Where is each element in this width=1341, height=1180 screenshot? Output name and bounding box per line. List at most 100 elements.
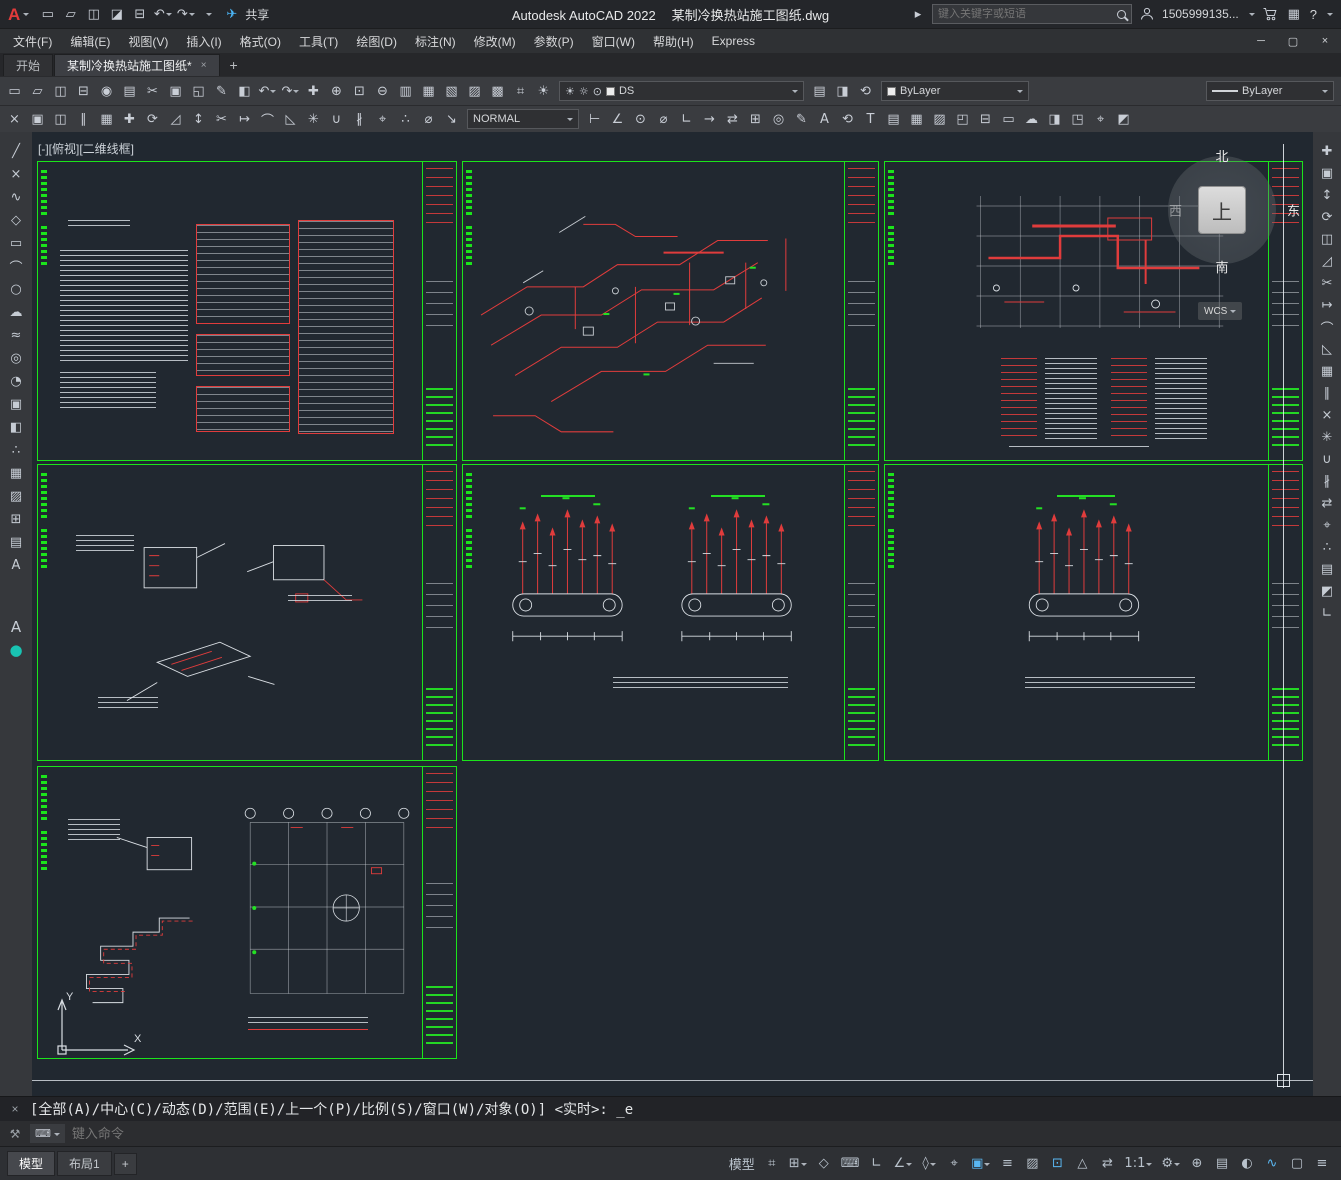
trim-icon[interactable]: ✂ — [210, 108, 233, 130]
style-control[interactable]: NORMAL — [467, 109, 579, 129]
menu-draw[interactable]: 绘图(D) — [347, 29, 406, 53]
point-display-icon[interactable]: ● — [4, 638, 28, 661]
infer-constraints-toggle[interactable]: ◇ — [812, 1152, 836, 1176]
wipeout-icon[interactable]: ▭ — [997, 108, 1020, 130]
menu-help[interactable]: 帮助(H) — [644, 29, 703, 53]
style-dropdown-caret-icon[interactable] — [567, 118, 573, 124]
extend-icon[interactable]: ↦ — [233, 108, 256, 130]
mirror-icon[interactable]: ◫ — [49, 108, 72, 130]
undo-icon[interactable]: ↶ — [256, 80, 279, 102]
offset-icon[interactable]: ∥ — [72, 108, 95, 130]
ortho-mode-toggle[interactable]: ∟ — [864, 1152, 888, 1176]
layer-dropdown-caret-icon[interactable] — [792, 90, 798, 96]
help-button[interactable]: ? — [1310, 7, 1317, 22]
save-drawing-icon[interactable]: ◫ — [82, 3, 105, 25]
autoscale-toggle[interactable]: ⇄ — [1095, 1152, 1119, 1176]
layer-previous-icon[interactable]: ⟲ — [854, 80, 877, 102]
ucs-tool-icon[interactable]: ∟ — [1315, 602, 1339, 624]
cut-clip-icon[interactable]: ✂ — [141, 80, 164, 102]
join-icon[interactable]: ∪ — [1315, 448, 1339, 470]
clean-screen-button[interactable]: ▢ — [1285, 1152, 1309, 1176]
account-name[interactable]: 1505999135... — [1162, 7, 1239, 21]
tolerance-icon[interactable]: ⊞ — [744, 108, 767, 130]
polyline-tool[interactable]: ∿ — [4, 186, 28, 209]
polygon-tool[interactable]: ◇ — [4, 209, 28, 232]
zoom-realtime-icon[interactable]: ⊕ — [325, 80, 348, 102]
color-control[interactable]: ByLayer — [881, 81, 1029, 101]
region-icon[interactable]: ⊟ — [974, 108, 997, 130]
dim-radius-icon[interactable]: ⊙ — [629, 108, 652, 130]
sheet-set-manager-icon[interactable]: ▨ — [463, 80, 486, 102]
erase-icon[interactable]: × — [1315, 404, 1339, 426]
construction-line-tool[interactable]: × — [4, 163, 28, 186]
table-tool[interactable]: ▤ — [4, 531, 28, 554]
dim-baseline-icon[interactable]: ⇄ — [721, 108, 744, 130]
break-icon[interactable]: ∦ — [1315, 470, 1339, 492]
dim-angular-icon[interactable]: ∟ — [675, 108, 698, 130]
block-editor-icon[interactable]: ◧ — [233, 80, 256, 102]
save-drawing-icon[interactable]: ◫ — [49, 80, 72, 102]
design-center-icon[interactable]: ▦ — [417, 80, 440, 102]
copy-icon[interactable]: ▣ — [1315, 162, 1339, 184]
plot-preview-icon[interactable]: ◉ — [95, 80, 118, 102]
layer-states-icon[interactable]: ◨ — [831, 80, 854, 102]
plot-icon[interactable]: ⊟ — [128, 3, 151, 25]
copy-clip-icon[interactable]: ▣ — [164, 80, 187, 102]
menu-window[interactable]: 窗口(W) — [583, 29, 644, 53]
explode-icon[interactable]: ✳ — [302, 108, 325, 130]
create-block-tool[interactable]: ◧ — [4, 416, 28, 439]
line-tool[interactable]: ╱ — [4, 140, 28, 163]
command-input[interactable] — [71, 1126, 1341, 1141]
properties-palette-icon[interactable]: ▥ — [394, 80, 417, 102]
linetype-dropdown-caret-icon[interactable] — [1322, 90, 1328, 96]
region-tool[interactable]: ⊞ — [4, 508, 28, 531]
annotation-monitor-button[interactable]: ⊕ — [1185, 1152, 1209, 1176]
measure-icon[interactable]: ⌖ — [371, 108, 394, 130]
text-icon[interactable]: T — [859, 108, 882, 130]
command-customize-icon[interactable]: ⚒ — [0, 1127, 30, 1141]
maximize-button[interactable]: ▢ — [1277, 29, 1309, 53]
tool-palettes-icon[interactable]: ▧ — [440, 80, 463, 102]
paste-clip-icon[interactable]: ◱ — [187, 80, 210, 102]
rectangle-tool[interactable]: ▭ — [4, 232, 28, 255]
view-cube-north[interactable]: 北 — [1215, 146, 1228, 165]
menu-insert[interactable]: 插入(I) — [177, 29, 230, 53]
leader-icon[interactable]: ↘ — [440, 108, 463, 130]
polar-tracking-toggle[interactable]: ∠ — [889, 1152, 916, 1176]
xref-icon[interactable]: ◳ — [1066, 108, 1089, 130]
table-icon[interactable]: ▤ — [882, 108, 905, 130]
copy-icon[interactable]: ▣ — [26, 108, 49, 130]
divide-icon[interactable]: ∴ — [394, 108, 417, 130]
dim-edit-icon[interactable]: ✎ — [790, 108, 813, 130]
text-style-icon[interactable]: A — [4, 615, 28, 638]
lineweight-display-toggle[interactable]: ≡ — [995, 1152, 1019, 1176]
scale-icon[interactable]: ◿ — [164, 108, 187, 130]
chamfer-icon[interactable]: ◺ — [1315, 338, 1339, 360]
open-drawing-icon[interactable]: ▱ — [26, 80, 49, 102]
menu-modify[interactable]: 修改(M) — [465, 29, 525, 53]
share-icon[interactable]: ✈ — [220, 3, 243, 25]
group-icon[interactable]: ◩ — [1315, 580, 1339, 602]
graphics-performance-button[interactable]: ∿ — [1260, 1152, 1284, 1176]
new-drawing-icon[interactable]: ▭ — [36, 3, 59, 25]
tab-start[interactable]: 开始 — [3, 54, 54, 76]
command-input-icon[interactable]: ⌨ — [30, 1124, 65, 1143]
menu-format[interactable]: 格式(O) — [231, 29, 290, 53]
fillet-icon[interactable]: ⌒ — [1315, 316, 1339, 338]
pan-icon[interactable]: ✚ — [302, 80, 325, 102]
center-mark-icon[interactable]: ◎ — [767, 108, 790, 130]
osnap-settings-icon[interactable]: ⌖ — [1089, 108, 1112, 130]
workspace-switcher-button[interactable]: ⚙ — [1157, 1152, 1184, 1176]
extend-icon[interactable]: ↦ — [1315, 294, 1339, 316]
publish-icon[interactable]: ▤ — [118, 80, 141, 102]
menu-edit[interactable]: 编辑(E) — [61, 29, 119, 53]
fillet-icon[interactable]: ⌒ — [256, 108, 279, 130]
explode-icon[interactable]: ✳ — [1315, 426, 1339, 448]
join-icon[interactable]: ∪ — [325, 108, 348, 130]
share-button[interactable]: 共享 — [245, 6, 269, 23]
offset-icon[interactable]: ∥ — [1315, 382, 1339, 404]
isometric-drafting-toggle[interactable]: ◊ — [917, 1152, 941, 1176]
object-snap-toggle[interactable]: ▣ — [967, 1152, 994, 1176]
arc-tool[interactable]: ⌒ — [4, 255, 28, 278]
circle-tool[interactable]: ○ — [4, 278, 28, 301]
